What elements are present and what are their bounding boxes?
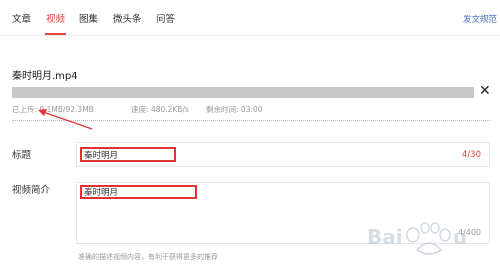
- upload-speed: 速度: 480.2KB/s: [131, 104, 189, 115]
- speed-label: 速度:: [131, 105, 149, 114]
- tab-video[interactable]: 视频: [46, 11, 65, 25]
- description-label: 视频简介: [12, 185, 51, 196]
- description-input[interactable]: [80, 185, 197, 199]
- remaining-time: 剩余时间: 03:00: [206, 104, 263, 115]
- description-char-count: 4/400: [457, 228, 481, 237]
- upload-progress-bar: [12, 87, 474, 98]
- tab-gallery[interactable]: 图集: [79, 11, 98, 25]
- active-tab-indicator: [45, 33, 66, 35]
- section-divider: [12, 120, 490, 121]
- uploaded-label: 已上传:: [12, 105, 38, 114]
- speed-value: 480.2KB/s: [150, 105, 189, 114]
- remaining-value: 03:00: [240, 105, 263, 114]
- description-field[interactable]: 4/400: [76, 182, 490, 244]
- uploaded-file-name: 秦时明月.mp4: [12, 71, 78, 82]
- title-input[interactable]: [80, 147, 176, 162]
- description-hint: 准确的描述视频内容，有利于获得更多的推荐: [78, 253, 218, 261]
- uploaded-amount: 已上传: 0.1MB/92.3MB: [12, 104, 94, 115]
- tab-qa[interactable]: 问答: [156, 11, 175, 25]
- tab-article[interactable]: 文章: [12, 11, 31, 25]
- publishing-guidelines-link[interactable]: 发文规范: [463, 13, 497, 25]
- cancel-upload-icon[interactable]: ✕: [479, 84, 491, 98]
- title-label: 标题: [12, 150, 32, 161]
- top-nav: 文章 视频 图集 微头条 问答 发文规范: [0, 0, 500, 36]
- remaining-label: 剩余时间:: [206, 105, 239, 114]
- title-char-count: 4/30: [461, 150, 481, 160]
- tab-micro-headline[interactable]: 微头条: [113, 11, 142, 25]
- uploaded-value: 0.1MB/92.3MB: [39, 105, 94, 114]
- title-field[interactable]: 4/30: [76, 142, 490, 167]
